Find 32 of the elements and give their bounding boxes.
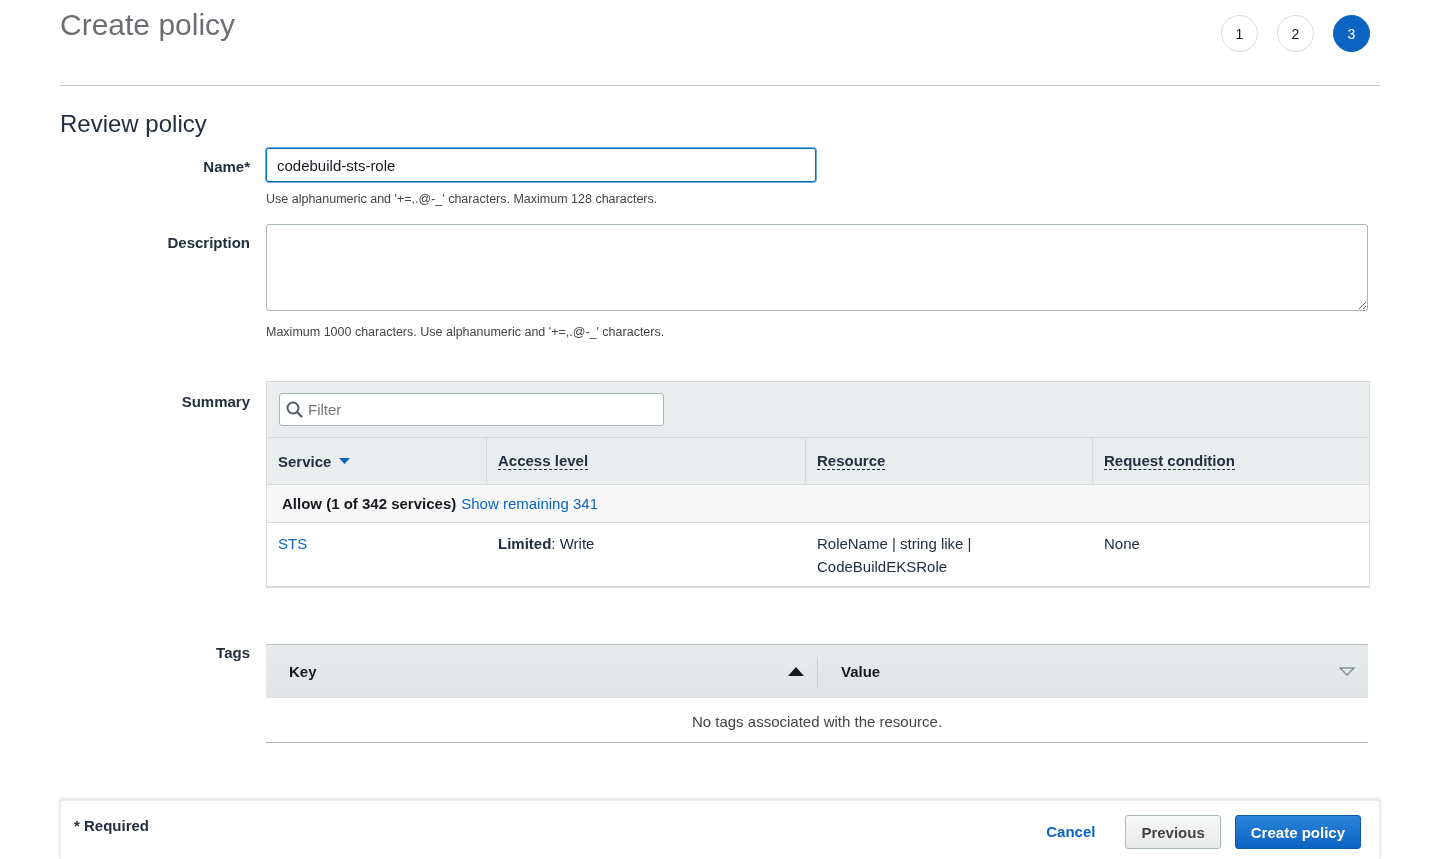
table-cell-text: Limited: Write — [497, 534, 596, 554]
field-label: Tags — [216, 644, 250, 663]
field-label: Name* — [203, 157, 250, 177]
cancel-button[interactable]: Cancel — [1046, 823, 1096, 840]
section-title: Review policy — [60, 110, 208, 138]
hint-text: Use alphanumeric and '+=,.@-_' characters. Maximum 128 characters. — [266, 192, 658, 206]
column-header[interactable]: Access level — [487, 438, 806, 485]
page-title: Create policy — [60, 8, 236, 42]
hint-text: Maximum 1000 characters. Use alphanumeric and '+=,.@-_' characters. — [266, 325, 665, 339]
create-policy-button[interactable]: Create policy — [1234, 815, 1361, 849]
caret-icon — [339, 458, 351, 464]
empty-message: No tags associated with the resource. — [266, 698, 1368, 743]
column-header[interactable]: Request condition — [1093, 438, 1369, 485]
column-header[interactable]: Service — [267, 438, 487, 485]
table-cell-text: None — [1103, 534, 1141, 554]
column-header[interactable]: Value — [818, 656, 1368, 687]
table-cell-text: RoleName | string like | CodeBuildEKSRole — [816, 534, 973, 577]
required-note: * Required — [74, 817, 149, 834]
step-indicator[interactable]: 1 — [1221, 15, 1258, 52]
field-label: Description — [167, 233, 250, 253]
name-input-field[interactable]: codebuild-sts-role — [266, 148, 816, 182]
description-input-field[interactable] — [266, 224, 1368, 311]
step-indicator[interactable]: 3 — [1333, 15, 1370, 52]
service-link[interactable]: STS — [278, 535, 308, 552]
group-label: Allow (1 of 342 services) — [282, 495, 457, 512]
column-header[interactable]: Key — [266, 656, 818, 687]
show-remaining-link[interactable]: Show remaining 341 — [461, 495, 598, 512]
column-header[interactable]: Resource — [806, 438, 1093, 485]
step-indicator[interactable]: 2 — [1277, 15, 1314, 52]
field-label: Summary — [181, 392, 250, 412]
previous-button[interactable]: Previous — [1125, 815, 1221, 849]
filter-field[interactable]: Filter — [279, 393, 664, 426]
